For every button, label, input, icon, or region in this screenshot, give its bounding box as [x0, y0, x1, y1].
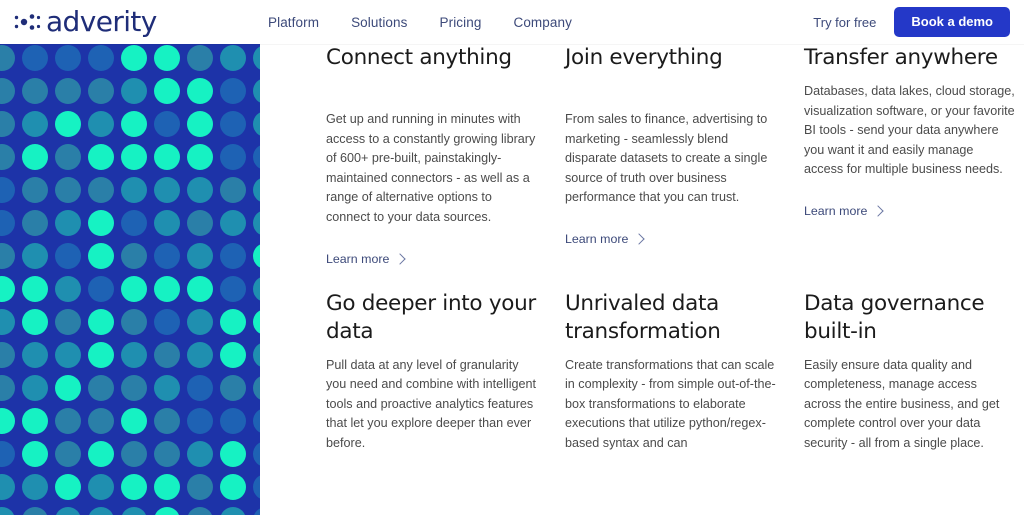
card-body: Create transformations that can scale in… [565, 357, 776, 450]
card-body: Easily ensure data quality and completen… [804, 357, 1000, 450]
brand-logo[interactable]: adverity [14, 6, 157, 38]
chevron-right-icon [633, 233, 646, 245]
feature-cards-section: Connect anything Get up and running in m… [260, 44, 1024, 515]
page-root: adverity Platform Solutions Pricing Comp… [0, 0, 1024, 515]
learn-more-link[interactable]: Learn more [565, 231, 646, 246]
card-body: From sales to finance, advertising to ma… [565, 112, 768, 205]
learn-more-label: Learn more [804, 203, 868, 218]
header-actions: Try for free Book a demo [813, 0, 1010, 44]
nav-item-platform[interactable]: Platform [268, 15, 319, 30]
chevron-right-icon [872, 205, 885, 217]
feature-card: Connect anything Get up and running in m… [326, 44, 538, 268]
feature-card: Transfer anywhere Databases, data lakes,… [804, 44, 1016, 268]
nav-item-pricing[interactable]: Pricing [440, 15, 482, 30]
card-title: Data governance built-in [804, 290, 985, 344]
card-body: Get up and running in minutes with acces… [326, 112, 536, 224]
nav-item-solutions[interactable]: Solutions [351, 15, 407, 30]
try-for-free-link[interactable]: Try for free [813, 15, 876, 30]
dot-grid-svg [0, 45, 260, 515]
feature-card: Data governance built-in Easily ensure d… [804, 268, 1016, 454]
card-title: Transfer anywhere [804, 45, 998, 70]
card-title: Connect anything [326, 45, 512, 70]
card-body: Databases, data lakes, cloud storage, vi… [804, 84, 1015, 177]
site-header: adverity Platform Solutions Pricing Comp… [0, 0, 1024, 44]
card-title: Unrivaled data transformation [565, 290, 721, 344]
feature-card: Join everything From sales to finance, a… [565, 44, 777, 268]
main-navigation: Platform Solutions Pricing Company [268, 0, 572, 44]
feature-grid: Connect anything Get up and running in m… [260, 44, 1024, 454]
learn-more-link[interactable]: Learn more [804, 203, 885, 218]
card-title: Join everything [565, 45, 723, 70]
learn-more-link[interactable]: Learn more [326, 251, 407, 266]
card-title: Go deeper into your data [326, 290, 536, 344]
nav-item-company[interactable]: Company [513, 15, 571, 30]
book-a-demo-button[interactable]: Book a demo [894, 7, 1010, 37]
adverity-dots-icon [14, 14, 41, 30]
feature-card: Go deeper into your data Pull data at an… [326, 268, 538, 454]
dot-grid-decoration [0, 44, 260, 515]
card-body: Pull data at any level of granularity yo… [326, 357, 537, 450]
brand-wordmark: adverity [46, 5, 157, 38]
chevron-right-icon [394, 252, 407, 265]
learn-more-label: Learn more [565, 231, 629, 246]
feature-card: Unrivaled data transformation Create tra… [565, 268, 777, 454]
learn-more-label: Learn more [326, 251, 390, 266]
